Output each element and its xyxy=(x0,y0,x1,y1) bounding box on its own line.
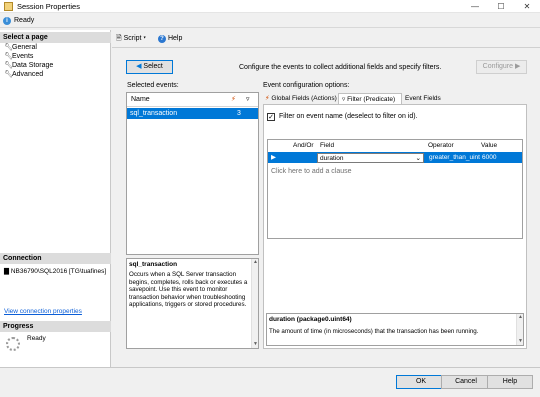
selected-events-label: Selected events: xyxy=(127,82,179,89)
progress-status: Ready xyxy=(27,335,46,342)
ok-button[interactable]: OK xyxy=(396,375,446,389)
event-description-line: Occurs when a SQL Server transaction xyxy=(129,271,237,278)
filter-checkbox-label: Filter on event name (deselect to filter… xyxy=(279,113,418,120)
left-pane: Select a page 🔧︎General 🔧︎Events 🔧︎Data … xyxy=(0,30,111,367)
select-page-header: Select a page xyxy=(0,32,111,43)
field-description-title: duration (package0.uint64) xyxy=(269,316,352,323)
filter-icon: ▿ xyxy=(246,96,250,103)
operator-cell[interactable]: greater_than_uint xyxy=(426,152,480,163)
field-description-text: The amount of time (in microseconds) tha… xyxy=(269,328,479,335)
scroll-down-icon[interactable]: ▼ xyxy=(252,341,259,348)
wrench-icon: 🔧︎ xyxy=(4,71,13,78)
filter-grid[interactable]: And/Or Field Operator Value ▶ duration ⌄… xyxy=(267,139,523,239)
lightning-icon: ⚡︎ xyxy=(265,95,270,102)
event-description-line: applications, triggers or stored procedu… xyxy=(129,301,247,308)
field-column-header: Field xyxy=(320,142,335,149)
event-description-line: savepoint. Use this event to monitor xyxy=(129,286,228,293)
and-or-column-header: And/Or xyxy=(293,142,314,149)
field-description-box: duration (package0.uint64) The amount of… xyxy=(266,313,524,346)
help-button[interactable]: Help xyxy=(487,375,533,389)
cancel-button[interactable]: Cancel xyxy=(441,375,491,389)
wrench-icon: 🔧︎ xyxy=(4,62,13,69)
filter-icon: ▿ xyxy=(342,96,346,103)
field-dropdown[interactable]: duration ⌄ xyxy=(317,152,424,163)
page-item-advanced[interactable]: 🔧︎Advanced xyxy=(4,70,43,79)
help-toolbar-button[interactable]: ? Help xyxy=(158,34,182,44)
selected-events-list[interactable]: Name ⚡︎ ▿ sql_transaction 3 xyxy=(126,92,259,255)
title-bar: Session Properties — ☐ ✕ xyxy=(0,0,540,13)
lightning-icon: ⚡︎ xyxy=(231,96,236,103)
tab-event-fields[interactable]: Event Fields xyxy=(405,93,445,104)
wrench-icon: 🔧︎ xyxy=(4,53,13,60)
row-selector[interactable]: ▶ xyxy=(268,152,279,163)
progress-spinner-icon xyxy=(6,337,20,351)
name-column-header[interactable]: Name xyxy=(131,96,150,103)
configure-button[interactable]: Configure ▶ xyxy=(476,60,527,74)
toolbar: 🗎︎ Script ▾ ? Help xyxy=(112,31,540,47)
event-description-title: sql_transaction xyxy=(129,261,178,268)
connection-info: ▇ NB36790\SQL2016 [TG\tuafines] xyxy=(4,268,107,275)
progress-header: Progress xyxy=(0,321,111,332)
event-description-line: begins, completes, rolls back or execute… xyxy=(129,278,248,286)
operator-column-header: Operator xyxy=(428,142,454,149)
tab-global-fields[interactable]: ⚡︎ Global Fields (Actions) xyxy=(265,93,337,104)
value-cell[interactable]: 6000 xyxy=(479,152,523,163)
select-button[interactable]: ◀ Select xyxy=(126,60,173,74)
config-options-label: Event configuration options: xyxy=(263,82,350,89)
scroll-up-icon[interactable]: ▲ xyxy=(252,259,259,266)
scroll-down-icon[interactable]: ▼ xyxy=(517,338,524,345)
wrench-icon: 🔧︎ xyxy=(4,44,13,51)
value-column-header: Value xyxy=(481,142,498,149)
event-description-line: transaction behavior when troubleshootin… xyxy=(129,293,246,301)
scrollbar[interactable]: ▲ ▼ xyxy=(251,259,258,348)
script-icon: 🗎︎ xyxy=(116,35,124,42)
event-description-box: sql_transaction Occurs when a SQL Server… xyxy=(126,258,259,349)
view-connection-link[interactable]: View connection properties xyxy=(4,308,82,315)
maximize-button[interactable]: ☐ xyxy=(488,0,514,13)
list-item[interactable]: sql_transaction 3 xyxy=(127,108,258,119)
script-button[interactable]: 🗎︎ Script ▾ xyxy=(116,34,146,44)
chevron-down-icon: ⌄ xyxy=(415,154,421,162)
status-text: Ready xyxy=(14,17,35,24)
page-item-general[interactable]: 🔧︎General xyxy=(4,43,37,52)
help-icon: ? xyxy=(158,35,166,43)
info-icon: i xyxy=(3,17,11,25)
scrollbar[interactable]: ▲ ▼ xyxy=(516,314,523,345)
close-button[interactable]: ✕ xyxy=(514,0,540,13)
app-icon xyxy=(4,2,13,11)
events-list-header: Name ⚡︎ ▿ xyxy=(127,93,258,107)
window-title: Session Properties xyxy=(17,2,80,11)
status-line: i Ready xyxy=(0,14,540,28)
scroll-up-icon[interactable]: ▲ xyxy=(517,314,524,321)
server-icon: ▇ xyxy=(4,268,11,275)
page-item-data-storage[interactable]: 🔧︎Data Storage xyxy=(4,61,53,70)
filter-tab-panel: ✓ Filter on event name (deselect to filt… xyxy=(263,104,527,349)
instruction-text: Configure the events to collect addition… xyxy=(239,64,442,71)
minimize-button[interactable]: — xyxy=(462,0,488,13)
and-or-cell[interactable] xyxy=(290,152,318,163)
add-clause-placeholder[interactable]: Click here to add a clause xyxy=(271,168,352,175)
dialog-button-bar: OK Cancel Help xyxy=(0,367,540,397)
connection-header: Connection xyxy=(0,253,111,264)
table-row[interactable]: ▶ duration ⌄ greater_than_uint 6000 xyxy=(268,152,522,163)
page-item-events[interactable]: 🔧︎Events xyxy=(4,52,33,61)
filter-event-name-checkbox[interactable]: ✓ xyxy=(267,113,275,121)
toolbar-divider xyxy=(112,47,540,48)
